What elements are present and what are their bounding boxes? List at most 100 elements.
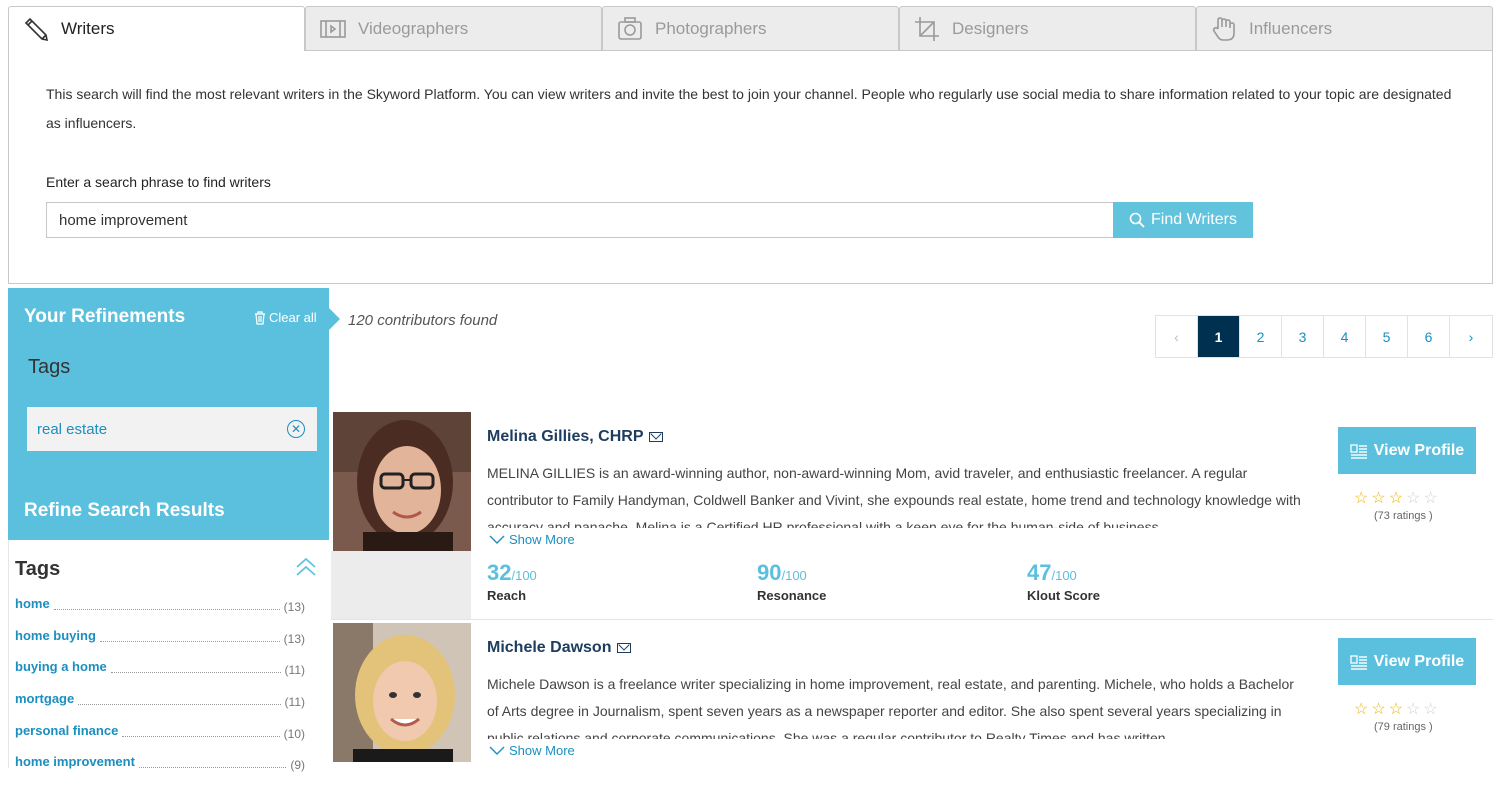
star-filled-icon: ☆ [1354,701,1369,718]
mail-icon[interactable] [649,432,664,442]
next-page-button[interactable]: › [1450,316,1492,357]
tag-filter-item[interactable]: personal finance (10) [15,723,305,755]
contributor-card: Michele Dawson Michele Dawson is a freel… [331,621,1493,768]
page-button-1[interactable]: 1 [1198,316,1240,357]
page-button-6[interactable]: 6 [1408,316,1450,357]
tag-link[interactable]: buying a home [15,659,107,674]
film-icon [318,14,348,44]
pagination: ‹ 1 2 3 4 5 6 › [1155,315,1493,358]
profile-card-icon [1350,443,1367,459]
dotted-leader [99,628,280,642]
remove-tag-icon[interactable]: ✕ [287,420,305,438]
show-more-link[interactable]: Show More [489,743,575,758]
tag-link[interactable]: home improvement [15,754,135,769]
tab-photographers[interactable]: Photographers [602,6,899,51]
view-profile-label: View Profile [1373,441,1465,459]
metric-denominator: /100 [781,568,807,583]
view-profile-button[interactable]: View Profile [1338,638,1476,685]
tab-videographers[interactable]: Videographers [305,6,602,51]
metric-label: Klout Score [1027,588,1100,603]
star-filled-icon: ☆ [1388,701,1404,718]
tag-filter-item[interactable]: home buying (13) [15,628,305,660]
contributor-name[interactable]: Michele Dawson [487,639,632,657]
tag-filter-item[interactable]: buying a home (11) [15,659,305,691]
refinements-title: Your Refinements [24,306,186,327]
tab-influencers[interactable]: Influencers [1196,6,1493,51]
tag-link[interactable]: home buying [15,628,96,643]
crop-icon [912,14,942,44]
star-filled-icon: ☆ [1388,490,1404,507]
active-tag-chip: real estate ✕ [27,407,317,451]
contributor-card: Melina Gillies, CHRP MELINA GILLIES is a… [331,410,1493,620]
results-count: 120 contributors found [348,312,498,329]
pencil-icon [21,14,51,44]
tab-designers[interactable]: Designers [899,6,1196,51]
dotted-leader [122,723,280,737]
active-tag-label: real estate [37,420,108,438]
star-filled-icon: ☆ [1371,490,1386,507]
show-more-label: Show More [509,743,575,758]
metric-label: Reach [487,588,527,603]
refinements-tags-heading: Tags [28,356,71,378]
tag-filter-list: home (13) home buying (13) buying a home (1… [15,596,305,786]
search-intro: This search will find the most relevant … [46,86,1452,131]
page-button-2[interactable]: 2 [1240,316,1282,357]
tag-count: (9) [290,758,305,773]
dotted-leader [78,691,281,706]
star-empty-icon: ☆ [1406,701,1421,718]
metric-value: 90 [757,560,782,585]
tab-label: Influencers [1249,18,1333,38]
clear-all-button[interactable]: Clear all [254,310,317,325]
tag-link[interactable]: personal finance [15,723,118,738]
tab-label: Photographers [655,18,767,38]
star-empty-icon: ☆ [1423,701,1438,718]
page-button-4[interactable]: 4 [1324,316,1366,357]
tag-link[interactable]: home [15,596,50,611]
trash-icon [255,310,265,325]
chevron-up-icon[interactable] [293,554,319,580]
tag-filter-item[interactable]: home (13) [15,596,305,628]
metric-resonance: 90/100 Resonance [757,560,826,603]
page-button-3[interactable]: 3 [1282,316,1324,357]
metric-value: 47 [1027,560,1052,585]
contributor-photo[interactable] [333,623,471,762]
tag-count: (13) [283,631,305,646]
tab-label: Writers [61,18,115,38]
metric-reach: 32/100 Reach [487,560,537,603]
metric-denominator: /100 [511,568,537,583]
clear-all-label: Clear all [269,310,317,325]
star-rating[interactable]: ☆ ☆ ☆ ☆ ☆ [1354,699,1438,719]
metric-klout-score: 47/100 Klout Score [1027,560,1100,603]
mail-icon[interactable] [617,643,632,653]
view-profile-label: View Profile [1373,652,1465,670]
tag-count: (11) [284,663,305,678]
view-profile-button[interactable]: View Profile [1338,427,1476,474]
star-filled-icon: ☆ [1354,490,1369,507]
star-filled-icon: ☆ [1371,701,1386,718]
profile-card-icon [1350,654,1367,670]
prev-page-button[interactable]: ‹ [1156,316,1198,357]
tag-link[interactable]: mortgage [15,691,74,706]
contributor-name[interactable]: Melina Gillies, CHRP [487,428,664,446]
star-rating[interactable]: ☆ ☆ ☆ ☆ ☆ [1354,488,1438,508]
tag-filter-item[interactable]: home improvement (9) [15,754,305,786]
your-refinements-panel: Your Refinements Clear all Tags real est… [8,288,340,540]
tag-filter-item[interactable]: mortgage (11) [15,691,305,723]
tab-label: Videographers [358,18,469,38]
contributor-name-text: Melina Gillies, CHRP [487,428,644,445]
tag-filter-heading: Tags [15,558,61,580]
chevron-down-icon [489,746,505,755]
contributor-photo[interactable] [333,412,471,551]
page-button-5[interactable]: 5 [1366,316,1408,357]
tab-writers[interactable]: Writers [8,6,305,51]
tag-count: (13) [283,600,305,614]
camera-icon [615,14,645,44]
ratings-count: (79 ratings ) [1374,721,1433,733]
search-input[interactable] [46,202,1114,238]
find-writers-button[interactable]: Find Writers [1113,202,1253,238]
refine-results-title: Refine Search Results [24,500,225,521]
show-more-link[interactable]: Show More [489,532,575,547]
contributor-name-text: Michele Dawson [487,639,612,656]
tag-count: (11) [284,695,305,710]
metric-label: Resonance [757,588,827,603]
